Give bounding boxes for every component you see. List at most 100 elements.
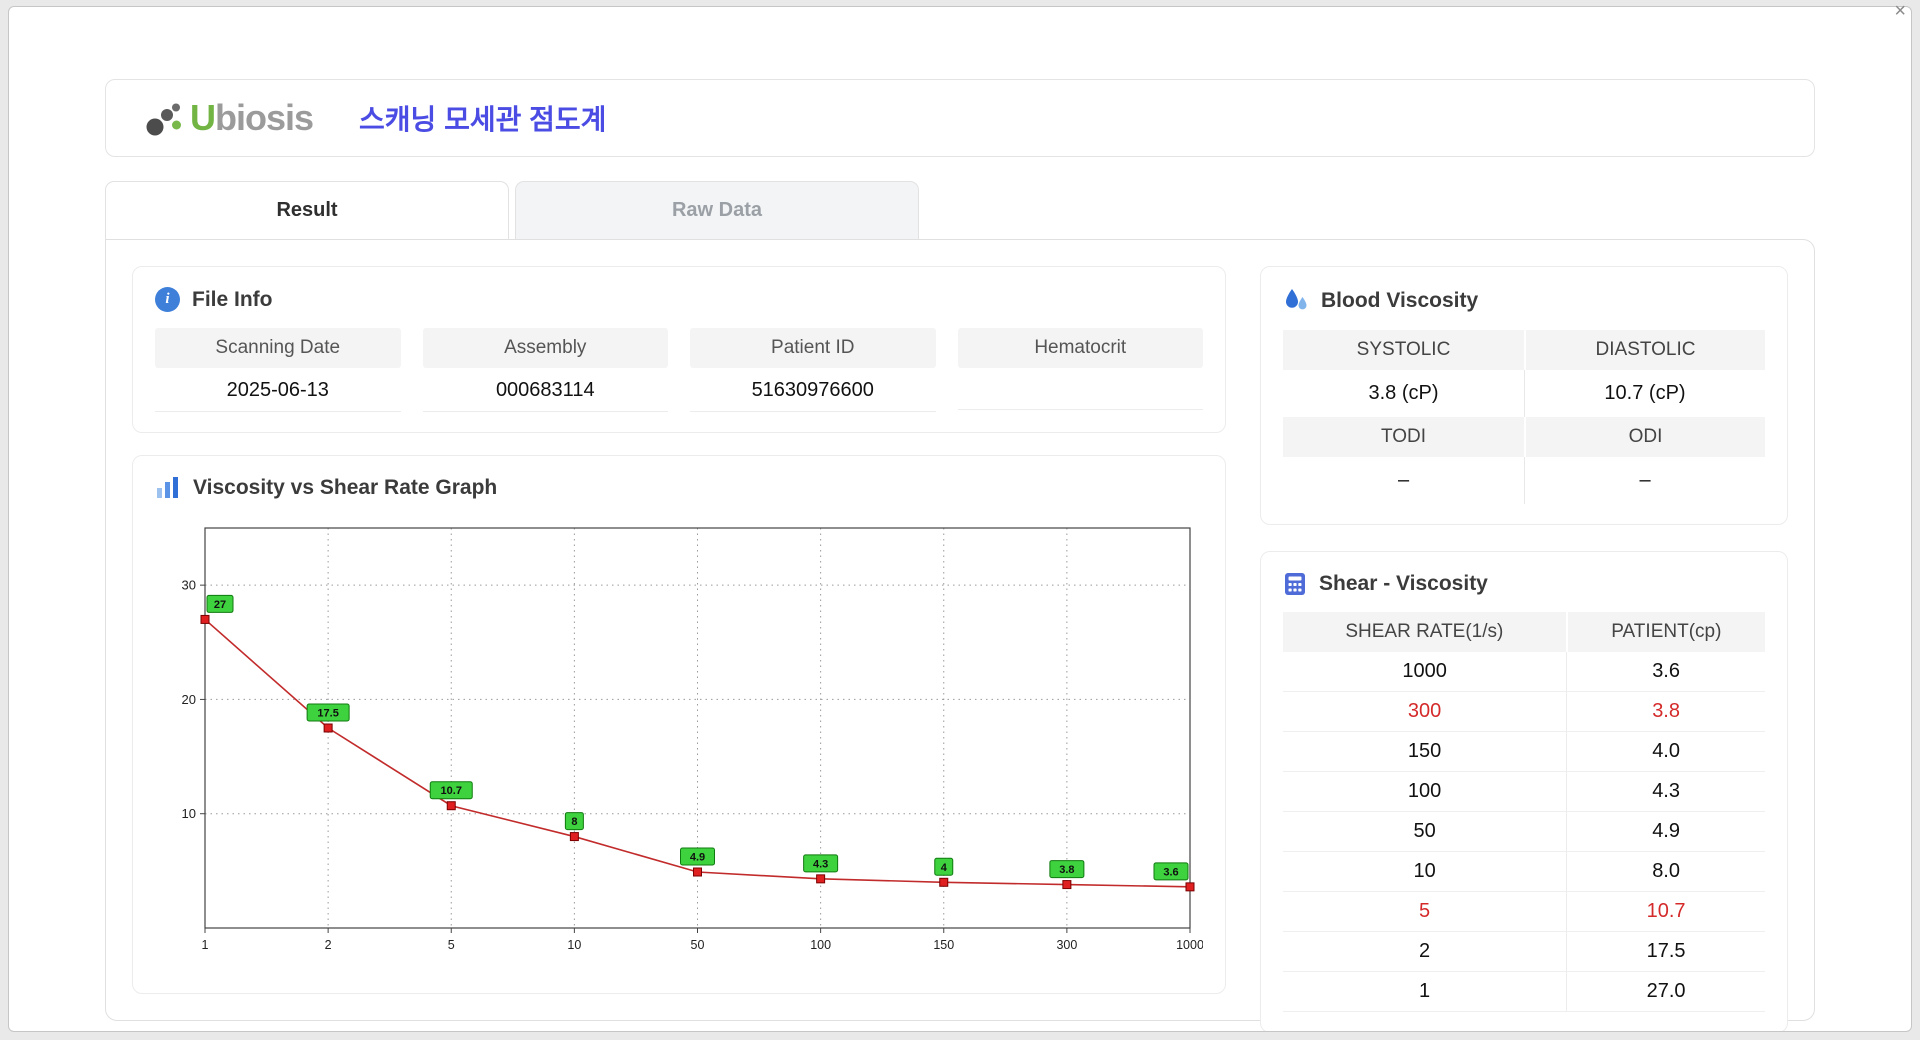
svg-text:20: 20 <box>182 692 196 707</box>
graph-card: Viscosity vs Shear Rate Graph 27 17.5 10.7… <box>132 455 1226 994</box>
graph-heading: Viscosity vs Shear Rate Graph <box>155 476 1203 500</box>
file-info-title: File Info <box>192 287 273 311</box>
file-info-heading: i File Info <box>155 287 1203 312</box>
file-info-fields: Scanning Date 2025-06-13 Assembly 000683… <box>155 328 1203 412</box>
shear-rate-cell: 150 <box>1283 731 1567 772</box>
patient-viscosity-cell: 3.6 <box>1566 652 1765 692</box>
blood-viscosity-table: SYSTOLIC DIASTOLIC 3.8 (cP) 10.7 (cP) TO… <box>1283 330 1765 504</box>
graph-title: Viscosity vs Shear Rate Graph <box>193 476 498 499</box>
shear-viscosity-title: Shear - Viscosity <box>1319 572 1488 595</box>
svg-text:300: 300 <box>1056 938 1077 952</box>
patient-viscosity-cell: 17.5 <box>1566 931 1765 972</box>
bar-chart-icon <box>157 477 178 498</box>
info-icon: i <box>155 287 180 312</box>
table-row: 50 4.9 <box>1283 811 1765 852</box>
field-value: 000683114 <box>422 368 668 412</box>
left-column: i File Info Scanning Date 2025-06-13 Ass… <box>132 266 1226 994</box>
viscosity-chart: 27 17.5 10.7 8 4.9 4.3 4 3.8 3.6 10 20 30 1 2 5 10 50 100… <box>182 527 1203 952</box>
patient-viscosity-cell: 27.0 <box>1566 971 1765 1012</box>
svg-text:3.6: 3.6 <box>1163 866 1178 878</box>
ubiosis-logo: U biosis <box>144 97 314 139</box>
field-scanning-date: Scanning Date 2025-06-13 <box>155 328 401 412</box>
field-label: Assembly <box>422 328 668 368</box>
patient-viscosity-cell: 4.3 <box>1566 771 1765 812</box>
field-label: Hematocrit <box>957 328 1203 368</box>
odi-header: ODI <box>1524 417 1765 457</box>
page-title: 스캐닝 모세관 점도계 <box>359 104 607 135</box>
field-patient-id: Patient ID 51630976600 <box>690 328 936 412</box>
table-row: 1000 3.6 <box>1283 652 1765 692</box>
svg-text:10: 10 <box>182 806 196 821</box>
patient-viscosity-cell: 4.9 <box>1566 811 1765 852</box>
app-window: U biosis 스캐닝 모세관 점도계 Result Raw Data i F… <box>8 6 1912 1032</box>
field-value <box>957 368 1203 410</box>
svg-text:8: 8 <box>571 816 577 828</box>
table-row: 2 17.5 <box>1283 931 1765 972</box>
svg-text:30: 30 <box>182 578 196 593</box>
shear-table-body: 1000 3.6 300 3.8 150 4.0 100 4.3 50 4.9 10 8.0 5 10.7… <box>1283 652 1765 1012</box>
svg-text:10: 10 <box>567 938 581 952</box>
shear-rate-cell: 1 <box>1283 971 1567 1012</box>
patient-viscosity-cell: 10.7 <box>1566 891 1765 932</box>
close-icon[interactable]: × <box>1894 1 1906 21</box>
patient-viscosity-cell: 8.0 <box>1566 851 1765 892</box>
table-row: 150 4.0 <box>1283 731 1765 772</box>
file-info-card: i File Info Scanning Date 2025-06-13 Ass… <box>132 266 1226 433</box>
shear-rate-cell: 300 <box>1283 691 1567 732</box>
diastolic-value: 10.7 (cP) <box>1524 370 1765 417</box>
shear-viscosity-card: Shear - Viscosity SHEAR RATE(1/s) PATIEN… <box>1260 551 1788 1031</box>
svg-text:150: 150 <box>933 938 954 952</box>
odi-value: – <box>1524 457 1765 504</box>
svg-text:5: 5 <box>448 938 455 952</box>
todi-value: – <box>1397 469 1410 491</box>
brand-rest: biosis <box>215 97 314 138</box>
field-value: 51630976600 <box>690 368 936 412</box>
tab-bar: Result Raw Data <box>105 181 1815 239</box>
svg-text:3.8: 3.8 <box>1059 864 1074 876</box>
content-panel: i File Info Scanning Date 2025-06-13 Ass… <box>105 239 1815 1031</box>
brand-u: U <box>190 97 216 138</box>
svg-text:1: 1 <box>202 938 209 952</box>
table-row: 1 27.0 <box>1283 971 1765 1012</box>
shear-rate-cell: 10 <box>1283 851 1567 892</box>
systolic-header: SYSTOLIC <box>1283 330 1524 370</box>
svg-text:10.7: 10.7 <box>441 785 462 797</box>
patient-column-header: PATIENT(cp) <box>1565 612 1765 652</box>
blood-viscosity-title: Blood Viscosity <box>1321 288 1479 312</box>
patient-viscosity-cell: 4.0 <box>1566 731 1765 772</box>
svg-text:4.9: 4.9 <box>690 852 705 864</box>
table-row: 5 10.7 <box>1283 891 1765 932</box>
tab-raw-data[interactable]: Raw Data <box>515 181 919 239</box>
systolic-value: 3.8 (cP) <box>1368 382 1439 404</box>
shear-rate-cell: 1000 <box>1283 652 1567 692</box>
field-assembly: Assembly 000683114 <box>422 328 668 412</box>
todi-header: TODI <box>1283 417 1524 457</box>
shear-table-header-row: SHEAR RATE(1/s) PATIENT(cp) <box>1283 612 1765 652</box>
blood-viscosity-heading: Blood Viscosity <box>1283 287 1765 314</box>
shear-table: SHEAR RATE(1/s) PATIENT(cp) 1000 3.6 300 3.… <box>1283 612 1765 1012</box>
header: U biosis 스캐닝 모세관 점도계 <box>105 79 1815 157</box>
svg-text:4.3: 4.3 <box>813 858 828 870</box>
field-label: Patient ID <box>690 328 936 368</box>
right-column: Blood Viscosity SYSTOLIC DIASTOLIC 3.8 (… <box>1260 266 1788 1031</box>
tab-result[interactable]: Result <box>105 181 509 239</box>
field-value: 2025-06-13 <box>155 368 401 412</box>
leaf-icon <box>146 103 181 136</box>
patient-viscosity-cell: 3.8 <box>1566 691 1765 732</box>
svg-text:1000: 1000 <box>1176 938 1203 952</box>
svg-text:50: 50 <box>691 938 705 952</box>
shear-viscosity-heading: Shear - Viscosity <box>1283 572 1765 596</box>
svg-text:27: 27 <box>214 599 226 611</box>
shear-rate-cell: 50 <box>1283 811 1567 852</box>
shear-rate-cell: 5 <box>1283 891 1567 932</box>
shear-rate-cell: 2 <box>1283 931 1567 972</box>
table-row: 10 8.0 <box>1283 851 1765 892</box>
field-hematocrit: Hematocrit <box>957 328 1203 412</box>
diastolic-header: DIASTOLIC <box>1524 330 1765 370</box>
shear-rate-cell: 100 <box>1283 771 1567 812</box>
svg-text:2: 2 <box>325 938 332 952</box>
blood-viscosity-card: Blood Viscosity SYSTOLIC DIASTOLIC 3.8 (… <box>1260 266 1788 525</box>
shear-rate-column-header: SHEAR RATE(1/s) <box>1283 612 1567 652</box>
table-row: 300 3.8 <box>1283 691 1765 732</box>
calculator-icon <box>1285 573 1305 595</box>
